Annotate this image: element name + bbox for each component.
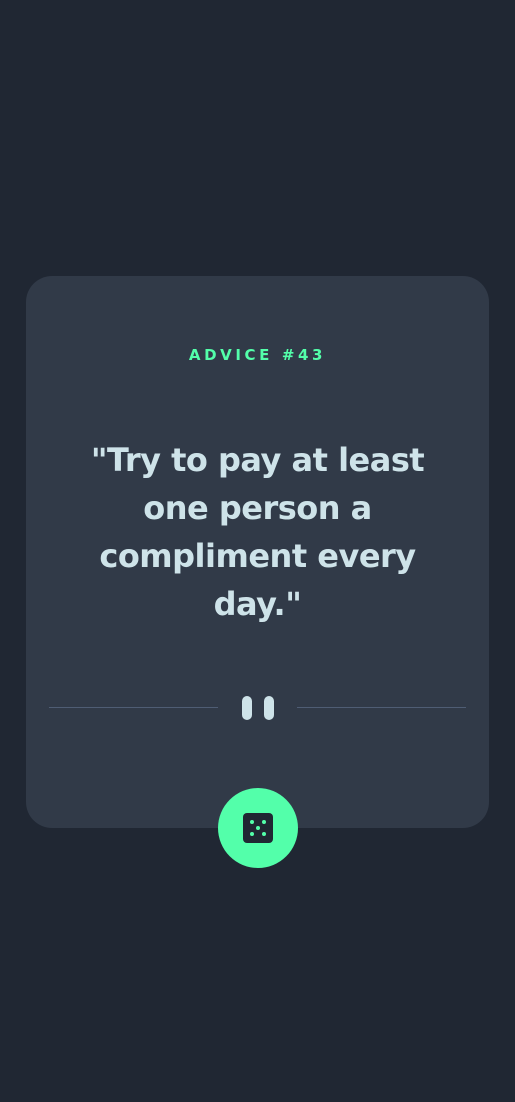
- pause-bar-right: [264, 696, 274, 720]
- advice-text: "Try to pay at least one person a compli…: [90, 441, 425, 623]
- divider-line-right: [297, 707, 466, 708]
- pause-icon: [242, 694, 274, 722]
- advice-id: ADVICE #43: [188, 346, 327, 364]
- pattern-divider: [49, 694, 466, 722]
- divider-line-left: [49, 707, 218, 708]
- dice-icon: [243, 813, 273, 843]
- pause-bar-left: [242, 696, 252, 720]
- generate-advice-button[interactable]: [218, 788, 298, 868]
- advice-card: ADVICE #43 "Try to pay at least one pers…: [26, 276, 489, 828]
